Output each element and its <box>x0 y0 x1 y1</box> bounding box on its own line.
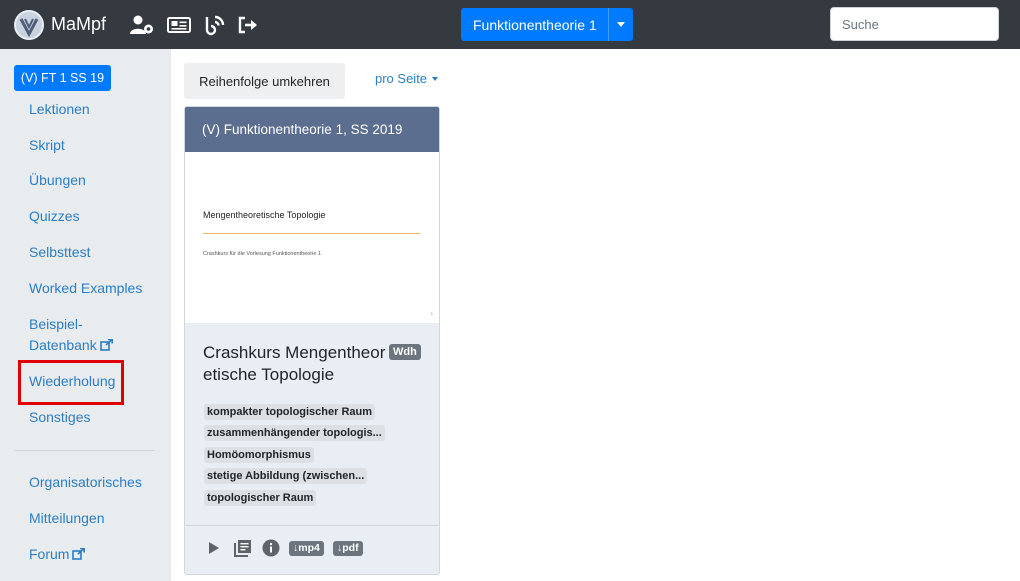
sidebar: (V) FT 1 SS 19 Lektionen Skript Übungen … <box>0 49 171 581</box>
split-divider <box>608 8 609 41</box>
sidebar-divider <box>15 450 155 451</box>
sidebar-item-lektionen[interactable]: Lektionen <box>29 99 90 120</box>
manuscript-pages-icon[interactable] <box>232 539 252 557</box>
brand-name: MaMpf <box>51 14 107 34</box>
thumbnail-divider <box>203 233 420 234</box>
reverse-order-button[interactable]: Reihenfolge umkehren <box>184 63 345 99</box>
sidebar-item-forum[interactable]: Forum <box>29 544 86 566</box>
card-title: Crashkurs Mengentheoretische Topologie <box>203 343 386 384</box>
thumbnail-title: Mengentheoretische Topologie <box>203 210 326 220</box>
sidebar-item-worked-examples[interactable]: Worked Examples <box>29 278 142 299</box>
top-navbar: MaMpf Funktionentheorie 1 Suche <box>0 0 1020 49</box>
download-pdf-button[interactable]: ↓pdf <box>333 541 363 556</box>
info-icon[interactable] <box>262 539 280 557</box>
chevron-down-icon <box>617 22 625 27</box>
sidebar-item-mitteilungen[interactable]: Mitteilungen <box>29 508 105 529</box>
sidebar-item-uebungen[interactable]: Übungen <box>29 170 86 191</box>
thumbnail-subtitle: Crashkurs für die Vorlesung Funktionenth… <box>203 251 322 257</box>
brand[interactable]: MaMpf <box>14 9 106 40</box>
search-input[interactable] <box>830 7 999 41</box>
highlight-annotation-box <box>18 360 124 405</box>
course-badge[interactable]: (V) FT 1 SS 19 <box>14 65 111 91</box>
sidebar-item-quizzes[interactable]: Quizzes <box>29 206 80 227</box>
card-footer-divider <box>185 525 439 526</box>
course-select-button[interactable]: Funktionentheorie 1 <box>461 8 633 41</box>
wdh-badge: Wdh <box>389 344 421 360</box>
logout-icon[interactable] <box>235 13 261 37</box>
tag-item[interactable]: Homöomorphismus <box>204 447 314 463</box>
tag-item[interactable]: kompakter topologischer Raum <box>204 404 376 420</box>
chevron-down-icon <box>432 77 439 81</box>
sidebar-item-sonstiges[interactable]: Sonstiges <box>29 407 90 428</box>
media-card: (V) Funktionentheorie 1, SS 2019 Mengent… <box>184 106 440 575</box>
external-link-icon <box>72 545 86 566</box>
news-icon[interactable] <box>166 13 192 37</box>
admin-user-gear-icon[interactable] <box>129 13 155 37</box>
sidebar-item-label: Datenbank <box>29 337 97 353</box>
course-select-label: Funktionentheorie 1 <box>473 16 597 33</box>
sidebar-item-label: Forum <box>29 546 70 562</box>
per-page-dropdown[interactable]: pro Seite <box>375 71 439 86</box>
external-link-icon <box>99 336 113 357</box>
tag-item[interactable]: zusammenhängender topologis... <box>204 425 385 441</box>
per-page-label: pro Seite <box>375 71 428 86</box>
sidebar-item-organisatorisches[interactable]: Organisatorisches <box>29 472 142 493</box>
download-mp4-button[interactable]: ↓mp4 <box>289 541 324 556</box>
thumbnail-page-number: 1 <box>430 311 433 316</box>
card-header[interactable]: (V) Funktionentheorie 1, SS 2019 <box>185 107 439 152</box>
sidebar-item-skript[interactable]: Skript <box>29 135 65 156</box>
tag-item[interactable]: topologischer Raum <box>204 490 317 506</box>
mampf-logo-icon <box>14 9 44 40</box>
tag-item[interactable]: stetige Abbildung (zwischen... <box>204 468 368 484</box>
card-thumbnail[interactable]: Mengentheoretische Topologie Crashkurs f… <box>185 152 439 323</box>
sidebar-item-label: Beispiel- <box>29 316 83 332</box>
play-icon[interactable] <box>207 539 221 557</box>
sidebar-item-beispiel-datenbank[interactable]: Beispiel- Datenbank <box>29 314 113 357</box>
blog-feed-icon[interactable] <box>201 13 227 37</box>
sidebar-item-selbsttest[interactable]: Selbsttest <box>29 242 90 263</box>
